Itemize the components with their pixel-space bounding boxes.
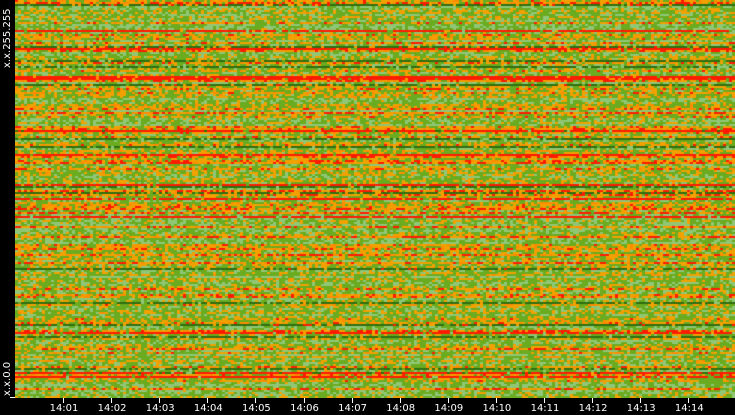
y-label-top-text: x.x.255.255 — [2, 8, 13, 68]
x-tick-label: 14:09 — [434, 403, 464, 414]
x-tick-label: 14:05 — [241, 403, 271, 414]
x-tick-label: 14:11 — [530, 403, 560, 414]
y-axis-origin-mark — [10, 397, 15, 398]
x-tick-label: 14:01 — [49, 403, 79, 414]
x-tick-label: 14:06 — [290, 403, 319, 414]
x-tick-label: 14:13 — [626, 403, 656, 414]
x-tick-label: 14:04 — [193, 403, 223, 414]
heatmap-canvas — [15, 0, 735, 398]
x-tick-label: 14:07 — [338, 403, 368, 414]
y-label-bottom-text: x.x.0.0 — [2, 361, 13, 396]
x-tick-label: 14:14 — [674, 403, 704, 414]
x-tick-label: 14:10 — [482, 403, 512, 414]
x-tick-label: 14:12 — [578, 403, 608, 414]
x-tick-label: 14:03 — [145, 403, 175, 414]
x-tick-label: 14:08 — [386, 403, 416, 414]
x-tick-label: 14:02 — [97, 403, 127, 414]
